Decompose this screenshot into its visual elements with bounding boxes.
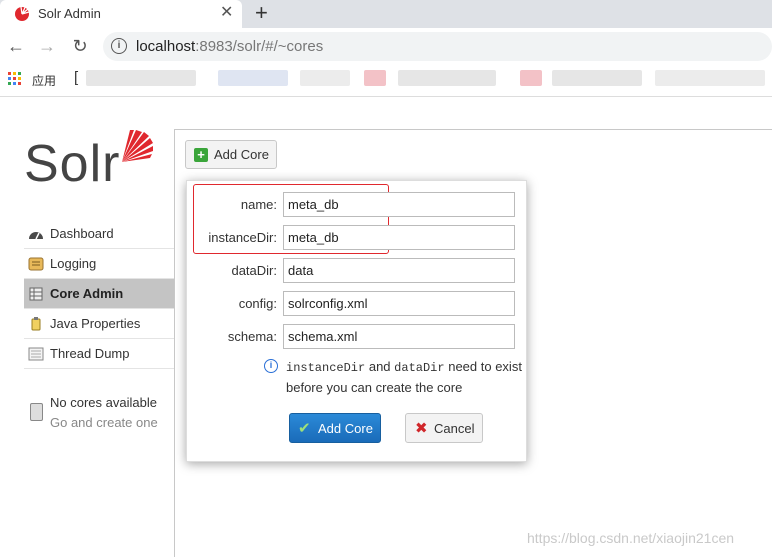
directory-hint: instanceDir and dataDir need to exist be… [286,357,522,398]
back-arrow-icon[interactable]: ← [6,36,26,56]
add-core-button[interactable]: + Add Core [185,140,277,169]
instance-dir-input[interactable] [283,225,515,250]
sidebar-item-logging[interactable]: Logging [24,249,174,279]
checkmark-icon: ✔ [298,420,311,437]
schema-label: schema: [227,329,277,344]
apps-label[interactable]: 应用 [32,72,56,89]
tab-title: Solr Admin [38,6,101,21]
add-core-label: Add Core [214,147,269,162]
watermark: https://blog.csdn.net/xiaojin21cen [527,530,735,546]
config-input[interactable] [283,291,515,316]
submit-add-core-button[interactable]: ✔ Add Core [289,413,381,443]
schema-input[interactable] [283,324,515,349]
blurred-bookmark[interactable] [300,70,350,86]
apps-grid-icon[interactable] [8,72,22,86]
sidebar-item-label: Core Admin [50,286,124,301]
blurred-bookmark[interactable] [552,70,642,86]
cancel-x-icon: ✖ [415,420,428,437]
submit-label: Add Core [318,421,373,436]
url-path: :8983/solr/#/~cores [195,38,324,55]
sidebar-item-label: Logging [50,256,97,271]
sidebar-item-label: Thread Dump [50,346,130,361]
solr-logo[interactable]: Solr [24,126,164,196]
database-icon [30,403,43,421]
sidebar-item-thread-dump[interactable]: Thread Dump [24,339,174,369]
sidebar-item-core-admin[interactable]: Core Admin [24,279,174,309]
url-text: localhost:8983/solr/#/~cores [136,38,323,55]
blurred-bookmark[interactable] [218,70,288,86]
sidebar-item-label: Dashboard [50,226,114,241]
name-label: name: [240,197,277,212]
blurred-bookmark[interactable] [86,70,196,86]
add-core-dialog: name: instanceDir: dataDir: config: sche… [186,180,527,462]
tab-strip: Solr Admin ✕ + [0,0,772,28]
hint-code-instancedir: instanceDir [286,361,366,375]
sidebar-item-java-properties[interactable]: Java Properties [24,309,174,339]
bookmarks-bar: 应用 [ [0,65,772,97]
site-info-icon[interactable]: i [111,38,127,54]
tab-close-icon[interactable]: ✕ [220,4,233,22]
no-cores-title: No cores available [50,395,157,410]
data-dir-label: dataDir: [231,263,277,278]
cancel-label: Cancel [434,421,475,436]
sidebar-nav: Dashboard Logging Core Admin Java Proper… [24,219,174,369]
hint-code-datadir: dataDir [394,361,445,375]
instance-dir-label: instanceDir: [208,230,277,245]
blurred-bookmark[interactable] [364,70,386,86]
data-dir-input[interactable] [283,258,515,283]
sidebar-item-label: Java Properties [50,316,141,331]
logo-text: Solr [24,135,121,193]
new-tab-button[interactable]: + [255,1,268,25]
browser-toolbar: ← → ↻ i localhost:8983/solr/#/~cores [0,28,772,65]
browser-tab[interactable]: Solr Admin ✕ [0,0,242,28]
config-label: config: [238,296,277,311]
hint-and: and [368,359,391,374]
address-bar[interactable]: i localhost:8983/solr/#/~cores [103,32,772,61]
blurred-bookmark[interactable] [655,70,765,86]
thread-dump-icon [28,347,44,361]
logging-icon [28,257,44,271]
blurred-bookmark[interactable] [520,70,542,86]
solr-sunburst-icon [122,130,153,162]
dashboard-icon [29,232,43,240]
java-properties-icon [31,317,41,331]
core-admin-icon [29,287,43,301]
reload-icon[interactable]: ↻ [70,36,90,56]
plus-icon: + [194,148,208,162]
bookmark-folder-icon[interactable]: [ [74,69,78,86]
cancel-button[interactable]: ✖ Cancel [405,413,483,443]
forward-arrow-icon[interactable]: → [37,36,57,56]
create-core-link[interactable]: Go and create one [50,415,158,430]
info-icon: i [264,359,278,373]
sidebar-item-dashboard[interactable]: Dashboard [24,219,174,249]
url-host: localhost [136,38,196,55]
blurred-bookmark[interactable] [398,70,496,86]
solr-favicon-icon [15,6,30,21]
name-input[interactable] [283,192,515,217]
